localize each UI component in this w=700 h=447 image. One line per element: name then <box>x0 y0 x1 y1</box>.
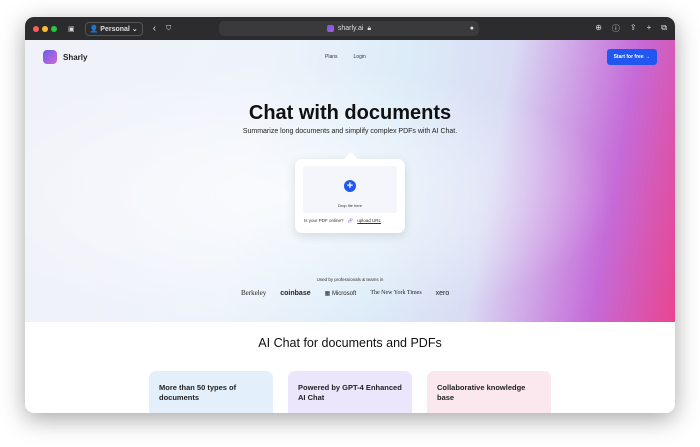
site-nav: Sharly Plans Login Start for free → <box>43 48 657 66</box>
browser-toolbar: ▣ 👤 Personal ⌄ ‹ ⛉ sharly.ai 🔒︎ ● ⊕ ⓘ ⇪ + ⧉ <box>25 17 675 40</box>
shield-icon[interactable]: ⛉ <box>166 25 171 33</box>
drop-zone[interactable]: + Drop file here <box>303 166 397 213</box>
used-by-label: Used by professionals & teams in <box>316 277 384 282</box>
sharly-logo[interactable] <box>43 50 57 64</box>
link-icon: 🔗︎ <box>347 218 354 223</box>
browser-window: ▣ 👤 Personal ⌄ ‹ ⛉ sharly.ai 🔒︎ ● ⊕ ⓘ ⇪ + ⧉ Sh… <box>25 17 675 413</box>
xero-logo: xero <box>435 289 450 297</box>
more-icon[interactable]: ● <box>470 25 474 32</box>
berkeley-logo: Berkeley <box>241 289 267 297</box>
section-title: AI Chat for documents and PDFs <box>258 336 442 350</box>
page-title: Chat with documents <box>248 102 452 124</box>
info-icon[interactable]: ⓘ <box>612 23 620 34</box>
sidebar-icon[interactable]: ▣ <box>68 25 75 33</box>
favicon <box>326 25 334 32</box>
feature-card: More than 50 types of documents <box>149 371 273 413</box>
subtitle: Summarize long documents and simplify co… <box>242 128 458 135</box>
address-bar[interactable]: sharly.ai 🔒︎ ● <box>219 21 479 36</box>
brand-name[interactable]: Sharly <box>63 53 87 62</box>
customer-logos: Berkeley coinbase ▦ Microsoft The New Yo… <box>241 289 449 297</box>
share-icon[interactable]: ⇪ <box>630 23 637 34</box>
plus-icon[interactable]: + <box>344 180 356 192</box>
nyt-logo: The New York Times <box>370 290 422 296</box>
hero: Sharly Plans Login Start for free → Chat … <box>25 40 675 322</box>
minimize-button[interactable] <box>42 25 48 32</box>
feature-card: Powered by GPT-4 Enhanced AI Chat <box>288 371 412 413</box>
close-button[interactable] <box>33 25 39 32</box>
start-free-button[interactable]: Start for free → <box>606 49 657 65</box>
tabs-icon[interactable]: ⧉ <box>661 23 667 34</box>
nav-plans[interactable]: Plans <box>325 54 338 60</box>
back-icon[interactable]: ‹ <box>153 23 156 34</box>
upload-card: + Drop file here Is your PDF online? 🔗︎ upl… <box>295 152 405 233</box>
profile-button[interactable]: 👤 Personal ⌄ <box>84 21 143 36</box>
page: Sharly Plans Login Start for free → Chat … <box>25 40 675 413</box>
feature-card: Collaborative knowledge base <box>427 371 551 413</box>
new-tab-icon[interactable]: + <box>647 23 652 34</box>
lock-icon: 🔒︎ <box>367 24 372 32</box>
upload-url-link[interactable]: upload URL <box>357 218 381 224</box>
microsoft-logo: ▦ Microsoft <box>324 290 357 297</box>
coinbase-logo: coinbase <box>280 289 311 297</box>
nav-login[interactable]: Login <box>354 54 366 60</box>
zoom-button[interactable] <box>51 25 57 32</box>
download-icon[interactable]: ⊕ <box>595 23 602 34</box>
